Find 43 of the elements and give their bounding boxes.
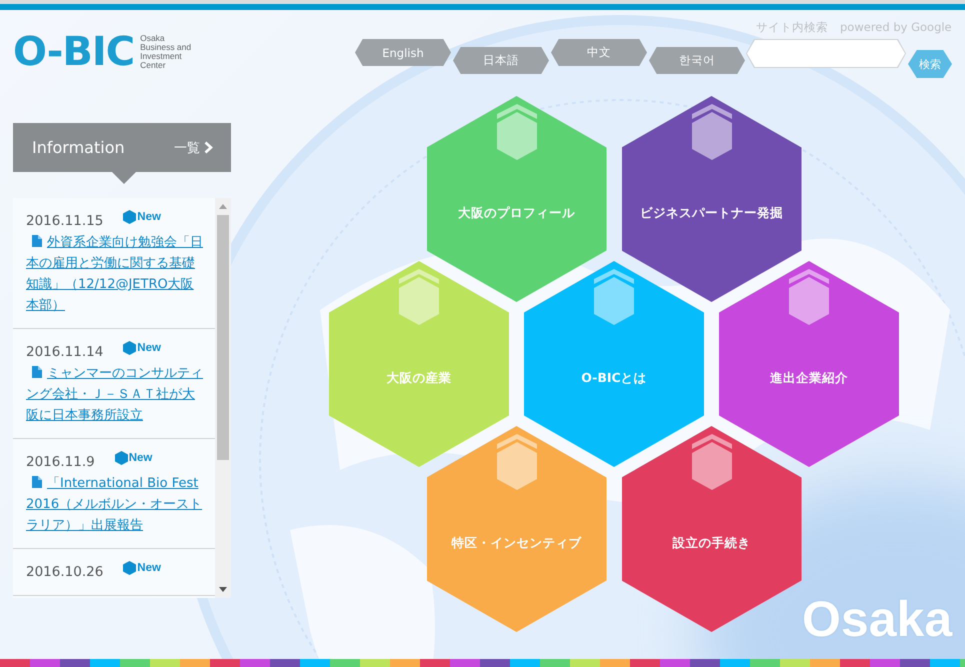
powered-by-text: powered by Google — [840, 19, 952, 36]
logo-tagline: Osaka Business and Investment Center — [140, 34, 192, 70]
search-field[interactable] — [746, 39, 906, 68]
hexagon-icon — [114, 451, 128, 465]
language-tab[interactable]: 中文 — [551, 39, 647, 66]
news-date: 2016.10.26 — [26, 563, 104, 582]
hexagon-icon — [789, 269, 829, 325]
news-link[interactable]: 「International Bio Fest 2016（メルボルン・オーストラリア）」出展報告 — [26, 473, 203, 536]
hexagon-icon — [692, 434, 732, 490]
language-tab[interactable]: 한국어 — [649, 47, 745, 74]
document-icon — [32, 235, 42, 247]
info-title: Information — [32, 138, 125, 157]
search-label: サイト内検索 — [756, 19, 828, 36]
hexagon-icon — [123, 561, 136, 575]
news-date: 2016.11.15 — [26, 212, 104, 231]
document-icon — [32, 366, 42, 378]
hexagon-icon — [496, 434, 536, 490]
new-label: New — [137, 342, 161, 354]
chevron-right-icon — [204, 141, 213, 154]
news-link[interactable]: ミャンマーのコンサルティング会社・Ｊ－ＳＡＴ社が大阪に日本事務所設立 — [26, 363, 203, 426]
scroll-down-icon — [219, 587, 227, 592]
hexagon-icon — [496, 104, 536, 160]
hexagon-icon — [594, 269, 634, 325]
document-icon — [32, 476, 42, 488]
new-label: New — [128, 452, 152, 464]
language-tab[interactable]: 日本語 — [453, 47, 549, 74]
new-label: New — [137, 211, 161, 223]
search-button[interactable]: 検索 — [908, 50, 952, 78]
scrollbar[interactable] — [215, 198, 231, 598]
view-all-link[interactable]: 一覧 — [174, 138, 213, 156]
hexagon-icon — [692, 104, 732, 160]
scrollbar-thumb[interactable] — [217, 215, 229, 460]
hexagon-icon — [399, 269, 439, 325]
language-tab[interactable]: English — [355, 39, 451, 66]
news-date: 2016.11.14 — [26, 343, 104, 362]
hexagon-icon — [123, 341, 136, 355]
news-link[interactable]: 外資系企業向け勉強会「日本の雇用と労働に関する基礎知識」（12/12@JETRO大阪本部） — [26, 232, 203, 316]
new-label: New — [137, 562, 161, 574]
news-date: 2016.11.9 — [26, 453, 95, 472]
background-word: Osaka — [802, 594, 952, 644]
logo: O-BIC — [13, 32, 134, 72]
scroll-up-icon — [219, 204, 227, 209]
hexagon-icon — [123, 210, 136, 224]
